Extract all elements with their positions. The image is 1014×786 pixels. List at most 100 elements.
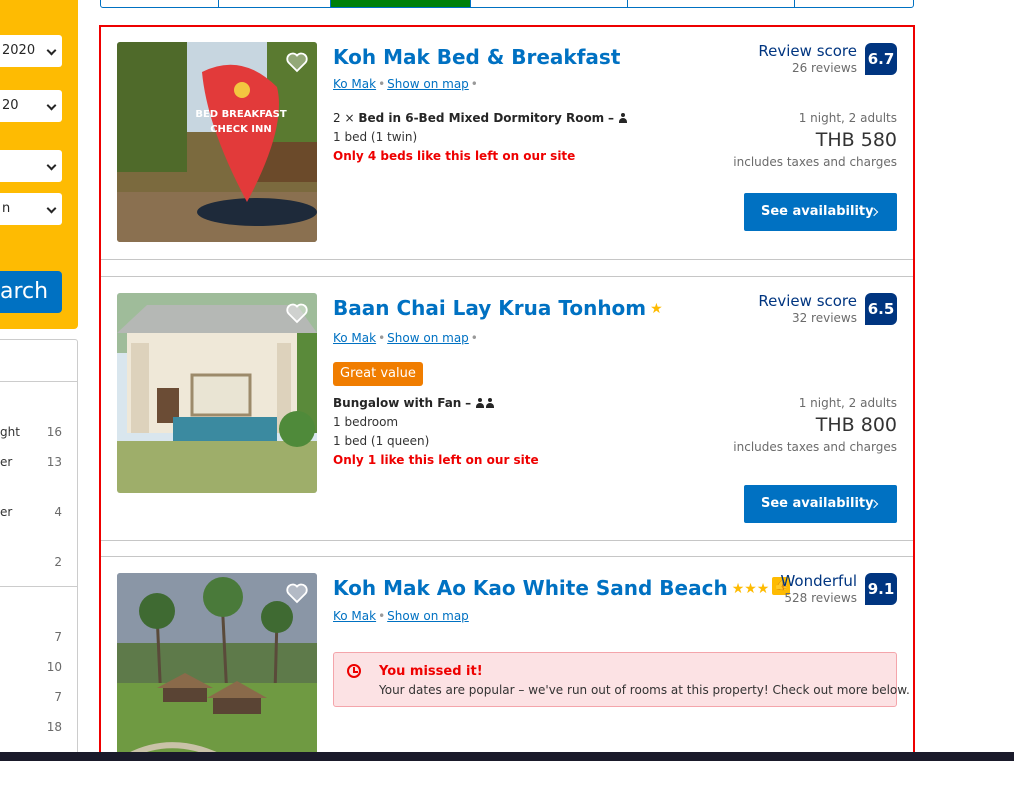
svg-text:CHECK INN: CHECK INN: [210, 124, 272, 135]
filter-count: 7: [54, 630, 62, 644]
room-dash: –: [465, 396, 472, 410]
review-block[interactable]: Review score 26 reviews 6.7: [757, 42, 897, 83]
review-count: 26 reviews: [791, 61, 857, 75]
property-name[interactable]: Koh Mak Bed & Breakfast: [333, 45, 620, 69]
filter-divider: [0, 381, 77, 382]
adults-select[interactable]: [0, 150, 62, 182]
review-count: 528 reviews: [784, 591, 857, 605]
bottom-bar: [0, 752, 1014, 761]
checkout-year-select[interactable]: 20: [0, 90, 62, 122]
location-link[interactable]: Ko Mak: [333, 331, 376, 345]
scarcity-warning: Only 1 like this left on our site: [333, 453, 539, 467]
show-on-map-link[interactable]: Show on map: [387, 77, 469, 91]
person-icon: [618, 113, 628, 123]
filter-option[interactable]: 7: [0, 630, 76, 646]
location-line: Ko Mak • Show on map: [333, 609, 469, 623]
great-value-badge: Great value: [333, 362, 423, 386]
property-name[interactable]: Baan Chai Lay Krua Tonhom: [333, 296, 646, 320]
chevron-down-icon: [46, 100, 57, 111]
price-block: 1 night, 2 adults THB 580 includes taxes…: [733, 111, 897, 169]
review-block[interactable]: Review score 32 reviews 6.5: [757, 292, 897, 333]
review-score-badge: 6.7: [865, 43, 897, 75]
filter-option[interactable]: er 13: [0, 455, 76, 471]
svg-text:BED BREAKFAST: BED BREAKFAST: [195, 109, 287, 120]
review-text: Wonderful 528 reviews: [780, 572, 857, 605]
favorite-heart-icon[interactable]: [285, 301, 309, 325]
location-link[interactable]: Ko Mak: [333, 609, 376, 623]
favorite-heart-icon[interactable]: [285, 50, 309, 74]
filter-option[interactable]: er 4: [0, 505, 76, 521]
price-value: THB 580: [815, 129, 897, 151]
search-button[interactable]: arch: [0, 271, 62, 313]
room-dash: –: [608, 111, 615, 125]
location-line: Ko Mak • Show on map •: [333, 77, 480, 91]
filter-option[interactable]: 10: [0, 660, 76, 676]
sort-tab[interactable]: [219, 0, 331, 7]
filter-label: er: [0, 505, 13, 519]
price-block: 1 night, 2 adults THB 800 includes taxes…: [733, 396, 897, 454]
filter-option[interactable]: 7: [0, 690, 76, 706]
property-name-link[interactable]: Baan Chai Lay Krua Tonhom ★: [333, 296, 663, 320]
separator-dot: •: [378, 77, 386, 91]
select-value: 2020: [2, 43, 36, 58]
sort-tab-active[interactable]: [331, 0, 471, 7]
sort-tab[interactable]: [795, 0, 913, 7]
room-type: Bungalow with Fan: [333, 396, 462, 410]
location-link[interactable]: Ko Mak: [333, 77, 376, 91]
sort-tab[interactable]: [101, 0, 219, 7]
filter-label: ght: [0, 425, 20, 439]
filter-option[interactable]: ght 16: [0, 425, 76, 441]
review-score-badge: 9.1: [865, 573, 897, 605]
property-card: Baan Chai Lay Krua Tonhom ★ Ko Mak • Show o…: [101, 276, 913, 541]
show-on-map-link[interactable]: Show on map: [387, 331, 469, 345]
room-type: Bed in 6-Bed Mixed Dormitory Room: [358, 111, 605, 125]
results-list: BED BREAKFAST CHECK INN Koh Mak Bed & Br…: [99, 25, 915, 761]
alert-body: Your dates are popular – we've run out o…: [379, 683, 910, 697]
sort-tab[interactable]: [628, 0, 795, 7]
property-photo[interactable]: [117, 573, 317, 759]
filter-option[interactable]: 2: [0, 555, 76, 571]
property-photo[interactable]: [117, 293, 317, 493]
favorite-heart-icon[interactable]: [285, 581, 309, 605]
separator-dot: •: [470, 77, 478, 91]
select-value: n: [2, 201, 11, 216]
button-label: See availability: [761, 496, 874, 511]
bedroom-info: 1 bedroom: [333, 415, 399, 429]
see-availability-button[interactable]: See availability: [744, 193, 897, 231]
property-name-link[interactable]: Koh Mak Ao Kao White Sand Beach ★★★: [333, 576, 791, 600]
clock-icon: [347, 664, 361, 678]
review-score-badge: 6.5: [865, 293, 897, 325]
filter-divider: [0, 586, 77, 587]
price-conditions: 1 night, 2 adults: [798, 111, 897, 125]
room-quantity: 2 ×: [333, 111, 355, 125]
price-note: includes taxes and charges: [733, 440, 897, 454]
search-box: 2020 20 n arch: [0, 0, 78, 329]
filter-count: 16: [46, 425, 62, 439]
room-info: 2 × Bed in 6-Bed Mixed Dormitory Room – …: [333, 111, 628, 163]
property-photo[interactable]: BED BREAKFAST CHECK INN: [117, 42, 317, 242]
review-text: Review score 32 reviews: [758, 292, 857, 325]
property-name[interactable]: Koh Mak Ao Kao White Sand Beach: [333, 576, 728, 600]
chevron-down-icon: [46, 160, 57, 171]
review-label: Review score: [758, 42, 857, 60]
checkin-year-select[interactable]: 2020: [0, 35, 62, 67]
filter-count: 18: [46, 720, 62, 734]
rooms-select[interactable]: n: [0, 193, 62, 225]
button-label: See availability: [761, 204, 874, 219]
separator-dot: •: [378, 609, 386, 623]
property-name-link[interactable]: Koh Mak Bed & Breakfast: [333, 45, 620, 69]
filter-count: 10: [46, 660, 62, 674]
chevron-down-icon: [46, 45, 57, 56]
see-availability-button[interactable]: See availability: [744, 485, 897, 523]
review-block[interactable]: Wonderful 528 reviews 9.1: [757, 572, 897, 613]
sort-tab[interactable]: [471, 0, 628, 7]
sold-out-alert: You missed it! Your dates are popular – …: [333, 652, 910, 707]
filter-count: 7: [54, 690, 62, 704]
show-on-map-link[interactable]: Show on map: [387, 609, 469, 623]
room-info: Bungalow with Fan – 1 bedroom 1 bed (1 q…: [333, 396, 539, 467]
filter-option[interactable]: 18: [0, 720, 76, 736]
filter-count: 2: [54, 555, 62, 569]
person-icon: [475, 398, 485, 408]
property-card: Koh Mak Ao Kao White Sand Beach★★★ Ko Ma…: [101, 556, 913, 759]
bed-info: 1 bed (1 twin): [333, 130, 418, 144]
